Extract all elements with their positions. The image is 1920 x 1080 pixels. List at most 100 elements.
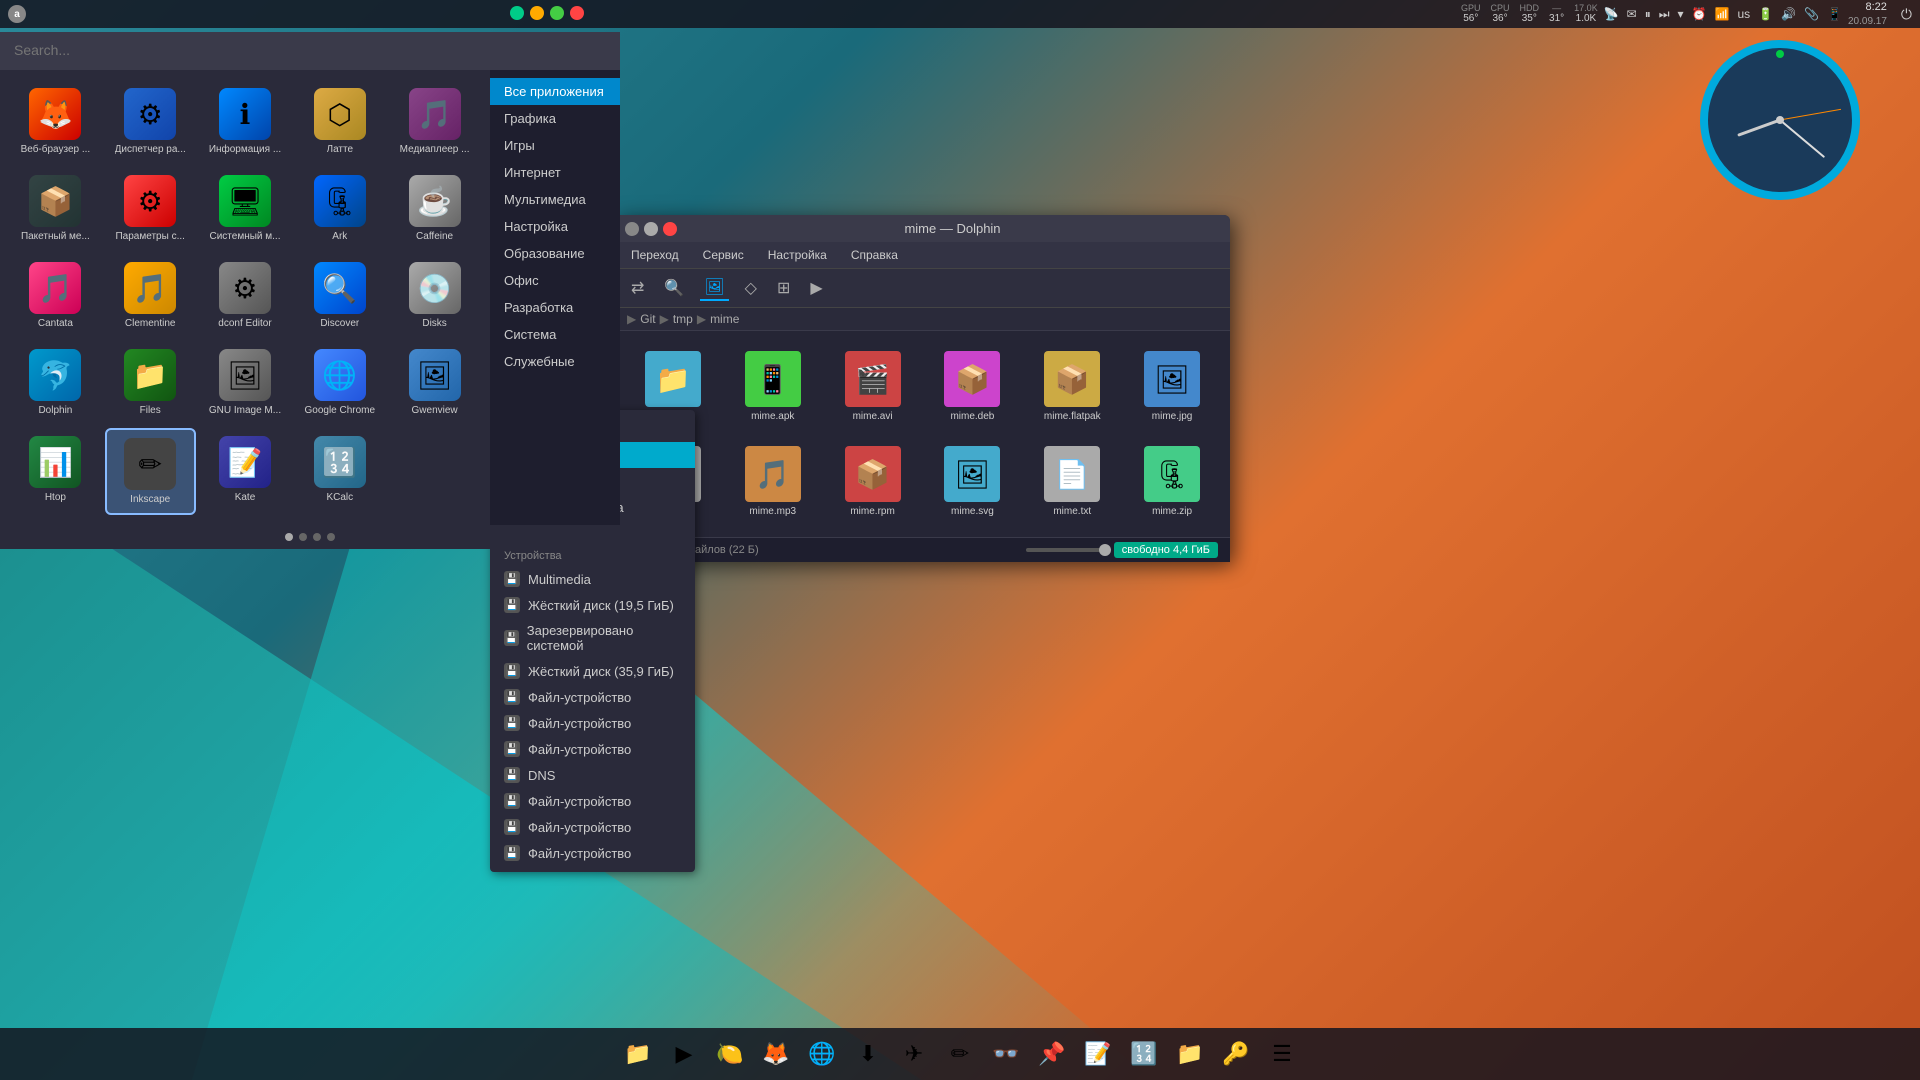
app-icon-inkscape[interactable]: ✏ Inkscape bbox=[105, 428, 196, 515]
toolbar-more-btn[interactable]: ▶ bbox=[806, 276, 826, 300]
app-icon-dconf-editor[interactable]: ⚙ dconf Editor bbox=[200, 254, 291, 337]
taskbar-item-chrome[interactable]: 🌐 bbox=[801, 1033, 843, 1075]
pagination-dot-2[interactable] bbox=[313, 533, 321, 541]
app-icon-htop[interactable]: 📊 Htop bbox=[10, 428, 101, 515]
dolphin-menu-transition[interactable]: Переход bbox=[627, 246, 683, 264]
taskbar-item-script[interactable]: 📝 bbox=[1077, 1033, 1119, 1075]
dolphin-menu-settings[interactable]: Настройка bbox=[764, 246, 831, 264]
sidebar-device-файл-устройство[interactable]: 💾 Файл-устройство bbox=[490, 840, 695, 866]
taskbar-item-inkscape[interactable]: ✏ bbox=[939, 1033, 981, 1075]
category-item-мультимедиа[interactable]: Мультимедиа bbox=[490, 186, 620, 213]
category-item-игры[interactable]: Игры bbox=[490, 132, 620, 159]
category-item-интернет[interactable]: Интернет bbox=[490, 159, 620, 186]
category-item-все-приложения[interactable]: Все приложения bbox=[490, 78, 620, 105]
file-icon-mime.rpm[interactable]: 📦 mime.rpm bbox=[827, 438, 919, 525]
file-icon-mime.svg[interactable]: 🖼 mime.svg bbox=[927, 438, 1019, 525]
sidebar-device-ж-сткий-диск--35-9-гиб-[interactable]: 💾 Жёсткий диск (35,9 ГиБ) bbox=[490, 658, 695, 684]
dolphin-menu-help[interactable]: Справка bbox=[847, 246, 902, 264]
toolbar-view-btn[interactable]: 🖼 bbox=[700, 275, 728, 301]
sidebar-device-файл-устройство[interactable]: 💾 Файл-устройство bbox=[490, 684, 695, 710]
taskbar-item-dolphin[interactable]: 📁 bbox=[1169, 1033, 1211, 1075]
app-icon-clementine[interactable]: 🎵 Clementine bbox=[105, 254, 196, 337]
dolphin-win-btn-2[interactable] bbox=[644, 222, 658, 236]
file-icon-mime.jpg[interactable]: 🖼 mime.jpg bbox=[1126, 343, 1218, 430]
category-item-разработка[interactable]: Разработка bbox=[490, 294, 620, 321]
dolphin-menu-service[interactable]: Сервис bbox=[699, 246, 748, 264]
pagination-dot-0[interactable] bbox=[285, 533, 293, 541]
taskbar-item-list[interactable]: ☰ bbox=[1261, 1033, 1303, 1075]
file-icon-mime.zip[interactable]: 🗜 mime.zip bbox=[1126, 438, 1218, 525]
launcher-close-btn2[interactable] bbox=[530, 6, 544, 20]
file-icon-mime.flatpak[interactable]: 📦 mime.flatpak bbox=[1026, 343, 1118, 430]
dolphin-zoom-slider[interactable] bbox=[1026, 548, 1106, 552]
sidebar-device-файл-устройство[interactable]: 💾 Файл-устройство bbox=[490, 814, 695, 840]
app-launcher: 🦊 Веб-браузер ... ⚙ Диспетчер ра... ℹ Ин… bbox=[0, 32, 620, 549]
app-icon------[interactable]: ⬡ Латте bbox=[294, 80, 385, 163]
search-input[interactable] bbox=[14, 42, 606, 58]
launcher-search-bar[interactable] bbox=[0, 32, 620, 70]
toolbar-grid-btn[interactable]: ⊞ bbox=[773, 276, 794, 300]
category-item-настройка[interactable]: Настройка bbox=[490, 213, 620, 240]
file-icon-mime.mp3[interactable]: 🎵 mime.mp3 bbox=[727, 438, 819, 525]
app-icon---------------[interactable]: 📦 Пакетный ме... bbox=[10, 167, 101, 250]
file-icon-mime.avi[interactable]: 🎬 mime.avi bbox=[827, 343, 919, 430]
dolphin-win-btn-1[interactable] bbox=[625, 222, 639, 236]
app-icon----------------[interactable]: 🦊 Веб-браузер ... bbox=[10, 80, 101, 163]
breadcrumb-git[interactable]: Git bbox=[640, 312, 655, 326]
app-icon---------------[interactable]: 🖥 Системный м... bbox=[200, 167, 291, 250]
taskbar-item-file-manager[interactable]: 📁 bbox=[617, 1033, 659, 1075]
file-icon-mime.apk[interactable]: 📱 mime.apk bbox=[727, 343, 819, 430]
toolbar-search-btn[interactable]: 🔍 bbox=[660, 276, 688, 300]
taskbar-item-kcalc[interactable]: 🔢 bbox=[1123, 1033, 1165, 1075]
app-icon-disks[interactable]: 💿 Disks bbox=[389, 254, 480, 337]
file-icon-mime.deb[interactable]: 📦 mime.deb bbox=[927, 343, 1019, 430]
app-icon-gwenview[interactable]: 🖼 Gwenview bbox=[389, 341, 480, 424]
file-icon-mime.txt[interactable]: 📄 mime.txt bbox=[1026, 438, 1118, 525]
taskbar-item-clementine[interactable]: 🍋 bbox=[709, 1033, 751, 1075]
app-icon-gnu-image-m---[interactable]: 🖼 GNU Image M... bbox=[200, 341, 291, 424]
pagination-dot-1[interactable] bbox=[299, 533, 307, 541]
app-icon-discover[interactable]: 🔍 Discover bbox=[294, 254, 385, 337]
pagination-dot-3[interactable] bbox=[327, 533, 335, 541]
sidebar-device-файл-устройство[interactable]: 💾 Файл-устройство bbox=[490, 710, 695, 736]
taskbar-item-franz[interactable]: 👓 bbox=[985, 1033, 1027, 1075]
sidebar-device-зарезервировано-системой[interactable]: 💾 Зарезервировано системой bbox=[490, 618, 695, 658]
taskbar-item-play[interactable]: ▶ bbox=[663, 1033, 705, 1075]
app-icon-kcalc[interactable]: 🔢 KCalc bbox=[294, 428, 385, 515]
toolbar-back-btn[interactable]: ⇄ bbox=[627, 276, 648, 300]
taskbar-item-kleopatra[interactable]: 🔑 bbox=[1215, 1033, 1257, 1075]
app-icon-caffeine[interactable]: ☕ Caffeine bbox=[389, 167, 480, 250]
app-icon-files[interactable]: 📁 Files bbox=[105, 341, 196, 424]
taskbar-item-firefox[interactable]: 🦊 bbox=[755, 1033, 797, 1075]
launcher-close-btn4[interactable] bbox=[570, 6, 584, 20]
app-icon-google-chrome[interactable]: 🌐 Google Chrome bbox=[294, 341, 385, 424]
dolphin-close-btn[interactable] bbox=[663, 222, 677, 236]
sidebar-device-ж-сткий-диск--19-5-гиб-[interactable]: 💾 Жёсткий диск (19,5 ГиБ) bbox=[490, 592, 695, 618]
app-icon-cantata[interactable]: 🎵 Cantata bbox=[10, 254, 101, 337]
sidebar-device-файл-устройство[interactable]: 💾 Файл-устройство bbox=[490, 736, 695, 762]
app-icon---------------[interactable]: ⚙ Параметры с... bbox=[105, 167, 196, 250]
launcher-close-btn1[interactable] bbox=[510, 6, 524, 20]
sidebar-device-dns[interactable]: 💾 DNS bbox=[490, 762, 695, 788]
category-item-офис[interactable]: Офис bbox=[490, 267, 620, 294]
toolbar-filter-btn[interactable]: ◇ bbox=[741, 276, 761, 300]
category-item-система[interactable]: Система bbox=[490, 321, 620, 348]
app-icon---------------[interactable]: 🎵 Медиаплеер ... bbox=[389, 80, 480, 163]
app-icon-ark[interactable]: 🗜 Ark bbox=[294, 167, 385, 250]
power-button[interactable]: ⏻ bbox=[1901, 6, 1912, 23]
category-item-образование[interactable]: Образование bbox=[490, 240, 620, 267]
taskbar-item-qbittorrent[interactable]: ⬇ bbox=[847, 1033, 889, 1075]
sidebar-device-файл-устройство[interactable]: 💾 Файл-устройство bbox=[490, 788, 695, 814]
category-item-служебные[interactable]: Служебные bbox=[490, 348, 620, 375]
app-icon-dolphin[interactable]: 🐬 Dolphin bbox=[10, 341, 101, 424]
category-item-графика[interactable]: Графика bbox=[490, 105, 620, 132]
taskbar-item-telegram[interactable]: ✈ bbox=[893, 1033, 935, 1075]
app-icon-kate[interactable]: 📝 Kate bbox=[200, 428, 291, 515]
launcher-close-btn3[interactable] bbox=[550, 6, 564, 20]
app-icon---------------[interactable]: ℹ Информация ... bbox=[200, 80, 291, 163]
taskbar-item-marker[interactable]: 📌 bbox=[1031, 1033, 1073, 1075]
breadcrumb-mime[interactable]: mime bbox=[710, 312, 739, 326]
app-icon----------------[interactable]: ⚙ Диспетчер ра... bbox=[105, 80, 196, 163]
breadcrumb-tmp[interactable]: tmp bbox=[673, 312, 693, 326]
sidebar-device-multimedia[interactable]: 💾 Multimedia bbox=[490, 566, 695, 592]
